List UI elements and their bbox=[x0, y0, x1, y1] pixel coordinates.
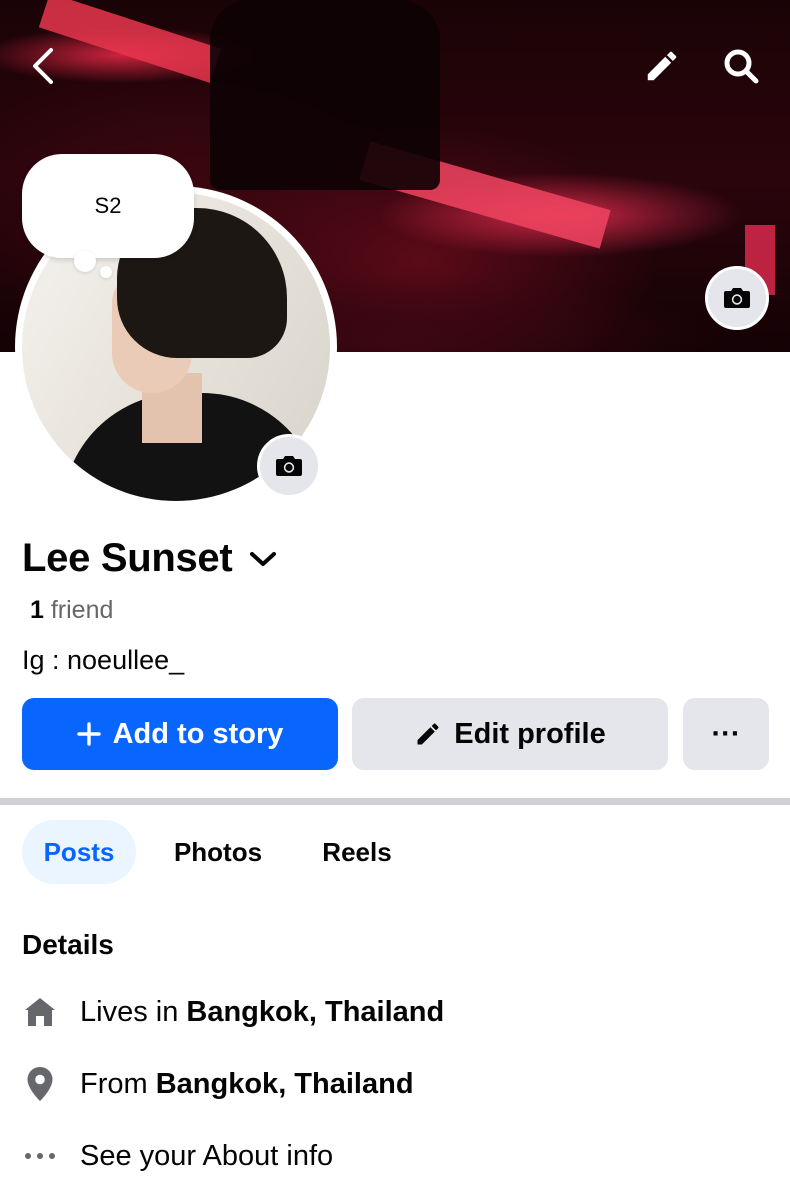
friends-number: 1 bbox=[30, 596, 44, 624]
search-icon bbox=[724, 49, 759, 84]
cover-camera-button[interactable] bbox=[705, 266, 769, 330]
lives-prefix: Lives in bbox=[80, 995, 187, 1028]
detail-from: From Bangkok, Thailand bbox=[22, 1066, 414, 1102]
see-about-info-label: See your About info bbox=[80, 1139, 334, 1172]
lives-place: Bangkok, Thailand bbox=[186, 995, 445, 1028]
tab-photos-label: Photos bbox=[173, 836, 263, 867]
pencil-icon bbox=[417, 723, 439, 745]
camera-icon bbox=[724, 288, 750, 308]
more-icon: ··· bbox=[711, 717, 741, 750]
more-options-button[interactable]: ··· bbox=[683, 698, 769, 770]
detail-lives-text: Lives in Bangkok, Thailand bbox=[80, 996, 444, 1029]
cover-light-beam bbox=[38, 0, 222, 83]
profile-name-row[interactable]: Lee Sunset bbox=[22, 536, 278, 581]
details-heading: Details bbox=[22, 929, 114, 960]
tab-posts[interactable]: Posts bbox=[22, 820, 136, 884]
detail-lives-in: Lives in Bangkok, Thailand bbox=[22, 994, 444, 1030]
friends-count[interactable]: 1 friend bbox=[30, 596, 113, 625]
tab-posts-label: Posts bbox=[43, 836, 115, 867]
see-about-info-link[interactable]: See your About info bbox=[22, 1138, 333, 1174]
tab-photos[interactable]: Photos bbox=[160, 820, 276, 884]
chevron-down-icon bbox=[250, 551, 277, 566]
tab-reels-label: Reels bbox=[322, 836, 392, 867]
from-place: Bangkok, Thailand bbox=[155, 1067, 414, 1100]
chevron-left-icon bbox=[33, 48, 53, 84]
back-button[interactable] bbox=[22, 44, 66, 88]
friends-label: friend bbox=[50, 596, 114, 624]
add-to-story-button[interactable]: Add to story bbox=[22, 698, 338, 770]
camera-icon bbox=[276, 456, 302, 476]
pencil-icon bbox=[647, 51, 677, 81]
tab-reels[interactable]: Reels bbox=[305, 820, 409, 884]
edit-cover-button[interactable] bbox=[640, 44, 684, 88]
note-bubble-tail bbox=[100, 266, 112, 278]
location-pin-icon bbox=[22, 1066, 58, 1102]
home-icon bbox=[22, 994, 58, 1030]
note-bubble[interactable]: S2 bbox=[22, 154, 194, 258]
section-divider bbox=[0, 798, 790, 805]
search-button[interactable] bbox=[717, 44, 765, 88]
edit-profile-button[interactable]: Edit profile bbox=[352, 698, 668, 770]
detail-from-text: From Bangkok, Thailand bbox=[80, 1068, 414, 1101]
note-bubble-tail bbox=[74, 250, 96, 272]
avatar-camera-button[interactable] bbox=[257, 434, 321, 498]
ellipsis-icon bbox=[22, 1138, 58, 1174]
edit-profile-label: Edit profile bbox=[454, 717, 606, 750]
profile-name: Lee Sunset bbox=[22, 536, 233, 580]
profile-bio: Ig : noeullee_ bbox=[22, 645, 185, 675]
from-prefix: From bbox=[80, 1067, 156, 1100]
add-to-story-label: Add to story bbox=[112, 717, 284, 750]
cover-figure bbox=[210, 0, 440, 190]
note-text: S2 bbox=[94, 193, 122, 218]
plus-icon bbox=[76, 722, 101, 746]
